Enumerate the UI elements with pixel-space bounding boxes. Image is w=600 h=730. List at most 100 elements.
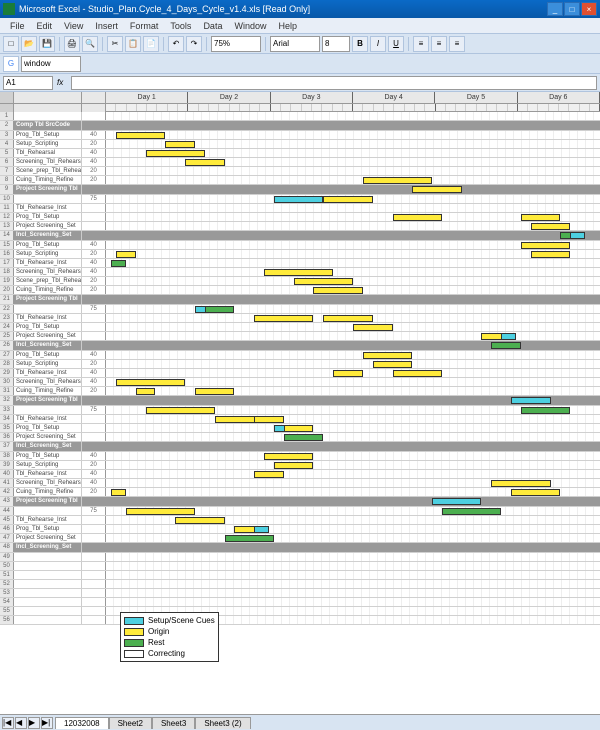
gantt-area[interactable]	[106, 167, 600, 175]
gantt-bar[interactable]	[284, 425, 314, 432]
search-box[interactable]: window	[21, 56, 81, 72]
gantt-bar[interactable]	[264, 453, 313, 460]
gantt-area[interactable]	[106, 598, 600, 606]
table-row[interactable]: 6Screening_Tbl_Rehears40	[0, 158, 600, 167]
gantt-area[interactable]	[106, 571, 600, 579]
gantt-bar[interactable]	[432, 498, 481, 505]
gantt-bar[interactable]	[126, 508, 195, 515]
row-number[interactable]: 37	[0, 442, 14, 451]
gantt-bar[interactable]	[284, 434, 324, 441]
row-number[interactable]: 15	[0, 241, 14, 249]
gantt-bar[interactable]	[412, 186, 461, 193]
row-number[interactable]: 34	[0, 415, 14, 423]
gantt-area[interactable]	[106, 507, 600, 515]
gantt-bar[interactable]	[353, 324, 393, 331]
table-row[interactable]: 24Prog_Tbl_Setup	[0, 323, 600, 332]
task-name-cell[interactable]: Setup_Scripting	[14, 461, 82, 469]
duration-cell[interactable]: 20	[82, 286, 106, 294]
row-number[interactable]: 50	[0, 562, 14, 570]
duration-cell[interactable]	[82, 571, 106, 579]
print-button[interactable]: 🖨	[64, 36, 80, 52]
duration-cell[interactable]	[82, 341, 106, 350]
row-number[interactable]: 7	[0, 167, 14, 175]
task-name-cell[interactable]: Prog_Tbl_Setup	[14, 241, 82, 249]
sheet-tab[interactable]: Sheet3	[152, 717, 195, 729]
task-name-cell[interactable]: Screening_Tbl_Rehears	[14, 378, 82, 386]
table-row[interactable]: 1075	[0, 195, 600, 204]
row-number[interactable]: 39	[0, 461, 14, 469]
gantt-bar[interactable]	[393, 214, 442, 221]
duration-cell[interactable]: 20	[82, 461, 106, 469]
gantt-area[interactable]	[106, 415, 600, 423]
gantt-area[interactable]	[106, 369, 600, 377]
table-row[interactable]: 53	[0, 589, 600, 598]
italic-button[interactable]: I	[370, 36, 386, 52]
duration-cell[interactable]: 40	[82, 479, 106, 487]
task-name-cell[interactable]: Project Screening Tbl	[14, 497, 82, 506]
gantt-bar[interactable]	[111, 489, 126, 496]
task-name-cell[interactable]: Project Screening_Set	[14, 433, 82, 441]
gantt-bar[interactable]	[195, 388, 235, 395]
gantt-bar[interactable]	[521, 242, 570, 249]
table-row[interactable]: 39Setup_Scripting20	[0, 461, 600, 470]
table-row[interactable]: 1	[0, 112, 600, 121]
table-row[interactable]: 30Screening_Tbl_Rehears40	[0, 378, 600, 387]
task-name-cell[interactable]: Project Screening Tbl	[14, 185, 82, 194]
row-number[interactable]: 6	[0, 158, 14, 166]
task-name-cell[interactable]: Tbl_Rehearse_Inst	[14, 516, 82, 524]
duration-cell[interactable]: 75	[82, 406, 106, 414]
row-number[interactable]: 4	[0, 140, 14, 148]
gantt-area[interactable]	[106, 286, 600, 294]
task-name-cell[interactable]	[14, 406, 82, 414]
row-number[interactable]: 24	[0, 323, 14, 331]
row-number[interactable]: 31	[0, 387, 14, 395]
row-number[interactable]: 42	[0, 488, 14, 496]
row-number[interactable]: 44	[0, 507, 14, 515]
table-row[interactable]: 45Tbl_Rehearse_Inst	[0, 516, 600, 525]
gantt-bar[interactable]	[116, 379, 185, 386]
gantt-bar[interactable]	[254, 315, 313, 322]
duration-cell[interactable]: 40	[82, 470, 106, 478]
row-number[interactable]: 38	[0, 452, 14, 460]
gantt-bar[interactable]	[531, 223, 571, 230]
gantt-area[interactable]	[106, 332, 600, 340]
gantt-area[interactable]	[106, 121, 600, 130]
menu-insert[interactable]: Insert	[89, 21, 124, 31]
table-row[interactable]: 7Scene_prep_Tbl_Rehears20	[0, 167, 600, 176]
table-row[interactable]: 52	[0, 580, 600, 589]
task-name-cell[interactable]	[14, 598, 82, 606]
task-name-cell[interactable]	[14, 571, 82, 579]
task-name-cell[interactable]: Cuing_Timing_Refine	[14, 176, 82, 184]
gantt-area[interactable]	[106, 268, 600, 276]
duration-cell[interactable]	[82, 497, 106, 506]
duration-cell[interactable]	[82, 204, 106, 212]
gantt-area[interactable]	[106, 479, 600, 487]
menu-tools[interactable]: Tools	[164, 21, 197, 31]
gantt-area[interactable]	[106, 140, 600, 148]
duration-cell[interactable]	[82, 231, 106, 240]
table-row[interactable]: 25Project Screening_Set	[0, 332, 600, 341]
task-name-cell[interactable]	[14, 195, 82, 203]
table-row[interactable]: 47Project Screening_Set	[0, 534, 600, 543]
grid-rows[interactable]: 12Comp Tbl SrcCode3Prog_Tbl_Setup404Setu…	[0, 112, 600, 625]
duration-cell[interactable]: 20	[82, 167, 106, 175]
table-row[interactable]: 42Cuing_Timing_Refine20	[0, 488, 600, 497]
gantt-area[interactable]	[106, 424, 600, 432]
duration-cell[interactable]: 20	[82, 387, 106, 395]
maximize-button[interactable]: □	[564, 2, 580, 16]
duration-cell[interactable]: 75	[82, 305, 106, 313]
gantt-area[interactable]	[106, 488, 600, 496]
row-number[interactable]: 28	[0, 360, 14, 368]
row-number[interactable]: 49	[0, 553, 14, 561]
new-button[interactable]: □	[3, 36, 19, 52]
task-name-cell[interactable]: Setup_Scripting	[14, 250, 82, 258]
row-number[interactable]: 47	[0, 534, 14, 542]
close-button[interactable]: ×	[581, 2, 597, 16]
gantt-bar[interactable]	[511, 489, 560, 496]
gantt-area[interactable]	[106, 277, 600, 285]
gantt-bar[interactable]	[175, 517, 224, 524]
task-name-cell[interactable]: Cuing_Timing_Refine	[14, 387, 82, 395]
row-number[interactable]: 12	[0, 213, 14, 221]
task-name-cell[interactable]: Tbl_Rehearse_Inst	[14, 369, 82, 377]
row-number[interactable]: 25	[0, 332, 14, 340]
